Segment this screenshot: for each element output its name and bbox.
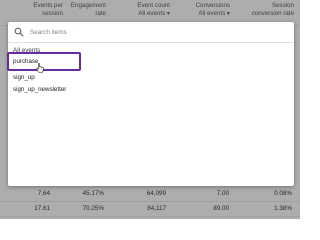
event-picker-dropdown: All events purchase sign_up sign_up_news… — [7, 22, 294, 186]
search-input[interactable] — [30, 26, 280, 38]
list-item-sign-up-newsletter[interactable]: sign_up_newsletter — [13, 85, 66, 95]
hand-cursor-icon — [36, 63, 44, 73]
search-icon — [14, 27, 24, 37]
list-item-sign-up[interactable]: sign_up — [13, 73, 35, 83]
highlight-box — [7, 52, 81, 71]
search-bar — [8, 22, 294, 43]
